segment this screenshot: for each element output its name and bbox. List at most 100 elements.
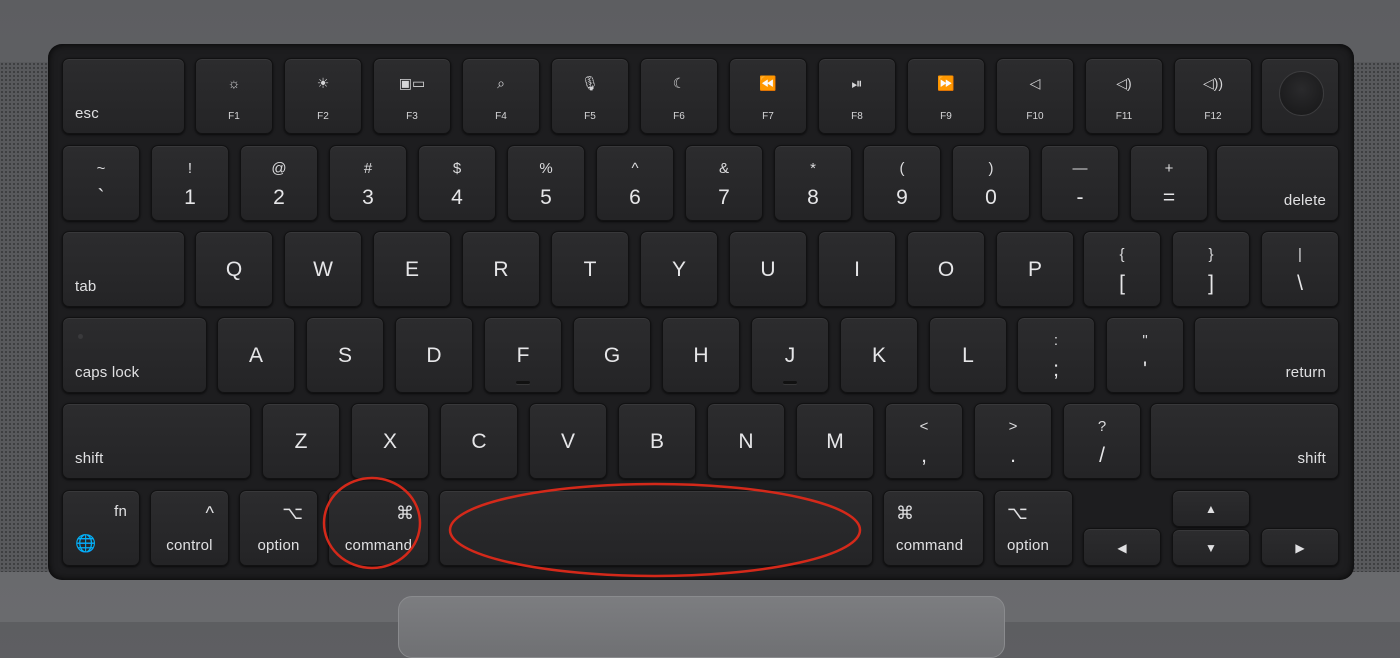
key-e[interactable]: E — [373, 231, 451, 307]
key-9[interactable]: (9 — [863, 145, 941, 221]
key-t[interactable]: T — [551, 231, 629, 307]
key-3[interactable]: #3 — [329, 145, 407, 221]
key-f12[interactable]: ◁)) F12 — [1174, 58, 1252, 134]
key-shift-right[interactable]: shift — [1150, 403, 1339, 479]
key-lower-label: . — [1010, 444, 1016, 467]
key-tilde[interactable]: ~ ` — [62, 145, 140, 221]
key-y[interactable]: Y — [640, 231, 718, 307]
key-p[interactable]: P — [996, 231, 1074, 307]
key-arrow-down[interactable]: ▼ — [1172, 529, 1250, 566]
key-open-bracket[interactable]: {[ — [1083, 231, 1161, 307]
key-o[interactable]: O — [907, 231, 985, 307]
key-f4[interactable]: ⌕ F4 — [462, 58, 540, 134]
key-l[interactable]: L — [929, 317, 1007, 393]
key-esc[interactable]: esc — [62, 58, 185, 134]
key-period[interactable]: >. — [974, 403, 1052, 479]
key-7[interactable]: & 7 — [685, 145, 763, 221]
key-6[interactable]: ^ 6 — [596, 145, 674, 221]
key-z[interactable]: Z — [262, 403, 340, 479]
key-j[interactable]: J — [751, 317, 829, 393]
key-h[interactable]: H — [662, 317, 740, 393]
key-backslash[interactable]: | \ — [1261, 231, 1339, 307]
key-4[interactable]: $4 — [418, 145, 496, 221]
key-caps-lock[interactable]: caps lock — [62, 317, 207, 393]
key-f6[interactable]: ☾ F6 — [640, 58, 718, 134]
key-1[interactable]: ! 1 — [151, 145, 229, 221]
key-touch-id[interactable] — [1261, 58, 1339, 134]
key-0[interactable]: ) 0 — [952, 145, 1030, 221]
key-f10[interactable]: ◁ F10 — [996, 58, 1074, 134]
key-lower-label: 7 — [718, 186, 730, 209]
key-r[interactable]: R — [462, 231, 540, 307]
key-s[interactable]: S — [306, 317, 384, 393]
key-arrow-left[interactable]: ◀ — [1083, 528, 1161, 566]
key-m[interactable]: M — [796, 403, 874, 479]
key-f[interactable]: F — [484, 317, 562, 393]
key-control[interactable]: ^ control — [150, 490, 229, 566]
trackpad[interactable] — [398, 596, 1005, 658]
key-close-bracket[interactable]: }] — [1172, 231, 1250, 307]
key-slash[interactable]: ? / — [1063, 403, 1141, 479]
key-d[interactable]: D — [395, 317, 473, 393]
key-n[interactable]: N — [707, 403, 785, 479]
key-f5[interactable]: 🎙 F5 — [551, 58, 629, 134]
key-upper-label: < — [919, 418, 929, 435]
key-u-label: U — [760, 258, 776, 281]
key-f3[interactable]: ▣▭ F3 — [373, 58, 451, 134]
key-x[interactable]: X — [351, 403, 429, 479]
key-f9[interactable]: ⏩ F9 — [907, 58, 985, 134]
key-b[interactable]: B — [618, 403, 696, 479]
key-8[interactable]: * 8 — [774, 145, 852, 221]
key-tab-label: tab — [75, 278, 97, 295]
key-upper-label: $ — [452, 160, 462, 177]
key-c-label: C — [471, 430, 487, 453]
key-e-label: E — [404, 258, 419, 281]
speaker-grille-right — [1348, 62, 1400, 572]
key-option-right[interactable]: ⌥ option — [994, 490, 1073, 566]
key-q[interactable]: Q — [195, 231, 273, 307]
key-fn[interactable]: fn 🌐 — [62, 490, 140, 566]
key-upper-label: ! — [187, 160, 193, 177]
key-quote[interactable]: " ' — [1106, 317, 1184, 393]
key-command-right[interactable]: ⌘ command — [883, 490, 984, 566]
key-return[interactable]: return — [1194, 317, 1339, 393]
key-lower-label: - — [1076, 186, 1084, 209]
key-spacebar[interactable] — [439, 490, 873, 566]
key-a[interactable]: A — [217, 317, 295, 393]
key-tab[interactable]: tab — [62, 231, 185, 307]
key-f9-label: F9 — [940, 111, 952, 122]
key-minus[interactable]: — - — [1041, 145, 1119, 221]
key-upper-label: + — [1164, 160, 1174, 177]
key-w[interactable]: W — [284, 231, 362, 307]
key-lower-label: 4 — [451, 186, 463, 209]
key-f1[interactable]: ☼ F1 — [195, 58, 273, 134]
key-lower-label: , — [921, 444, 927, 467]
key-v[interactable]: V — [529, 403, 607, 479]
key-comma[interactable]: <, — [885, 403, 963, 479]
key-shift-left[interactable]: shift — [62, 403, 251, 479]
key-equals[interactable]: + = — [1130, 145, 1208, 221]
key-g[interactable]: G — [573, 317, 651, 393]
key-upper-label: } — [1208, 246, 1214, 263]
key-f11[interactable]: ◁) F11 — [1085, 58, 1163, 134]
key-j-label: J — [784, 344, 796, 367]
key-command-left[interactable]: ⌘ command — [328, 490, 429, 566]
key-f8[interactable]: ⏯ F8 — [818, 58, 896, 134]
key-i[interactable]: I — [818, 231, 896, 307]
key-arrow-up[interactable]: ▲ — [1172, 490, 1250, 527]
key-f2[interactable]: ☀ F2 — [284, 58, 362, 134]
key-delete[interactable]: delete — [1216, 145, 1339, 221]
key-u[interactable]: U — [729, 231, 807, 307]
caps-lock-indicator — [78, 334, 83, 339]
key-upper-label: % — [539, 160, 553, 177]
key-upper-label: & — [718, 160, 729, 177]
key-f7[interactable]: ⏪ F7 — [729, 58, 807, 134]
key-arrow-right[interactable]: ▶ — [1261, 528, 1339, 566]
key-option-left[interactable]: ⌥ option — [239, 490, 318, 566]
key-k[interactable]: K — [840, 317, 918, 393]
key-semicolon[interactable]: :; — [1017, 317, 1095, 393]
key-5[interactable]: % 5 — [507, 145, 585, 221]
key-2[interactable]: @2 — [240, 145, 318, 221]
key-c[interactable]: C — [440, 403, 518, 479]
key-f8-label: F8 — [851, 111, 863, 122]
